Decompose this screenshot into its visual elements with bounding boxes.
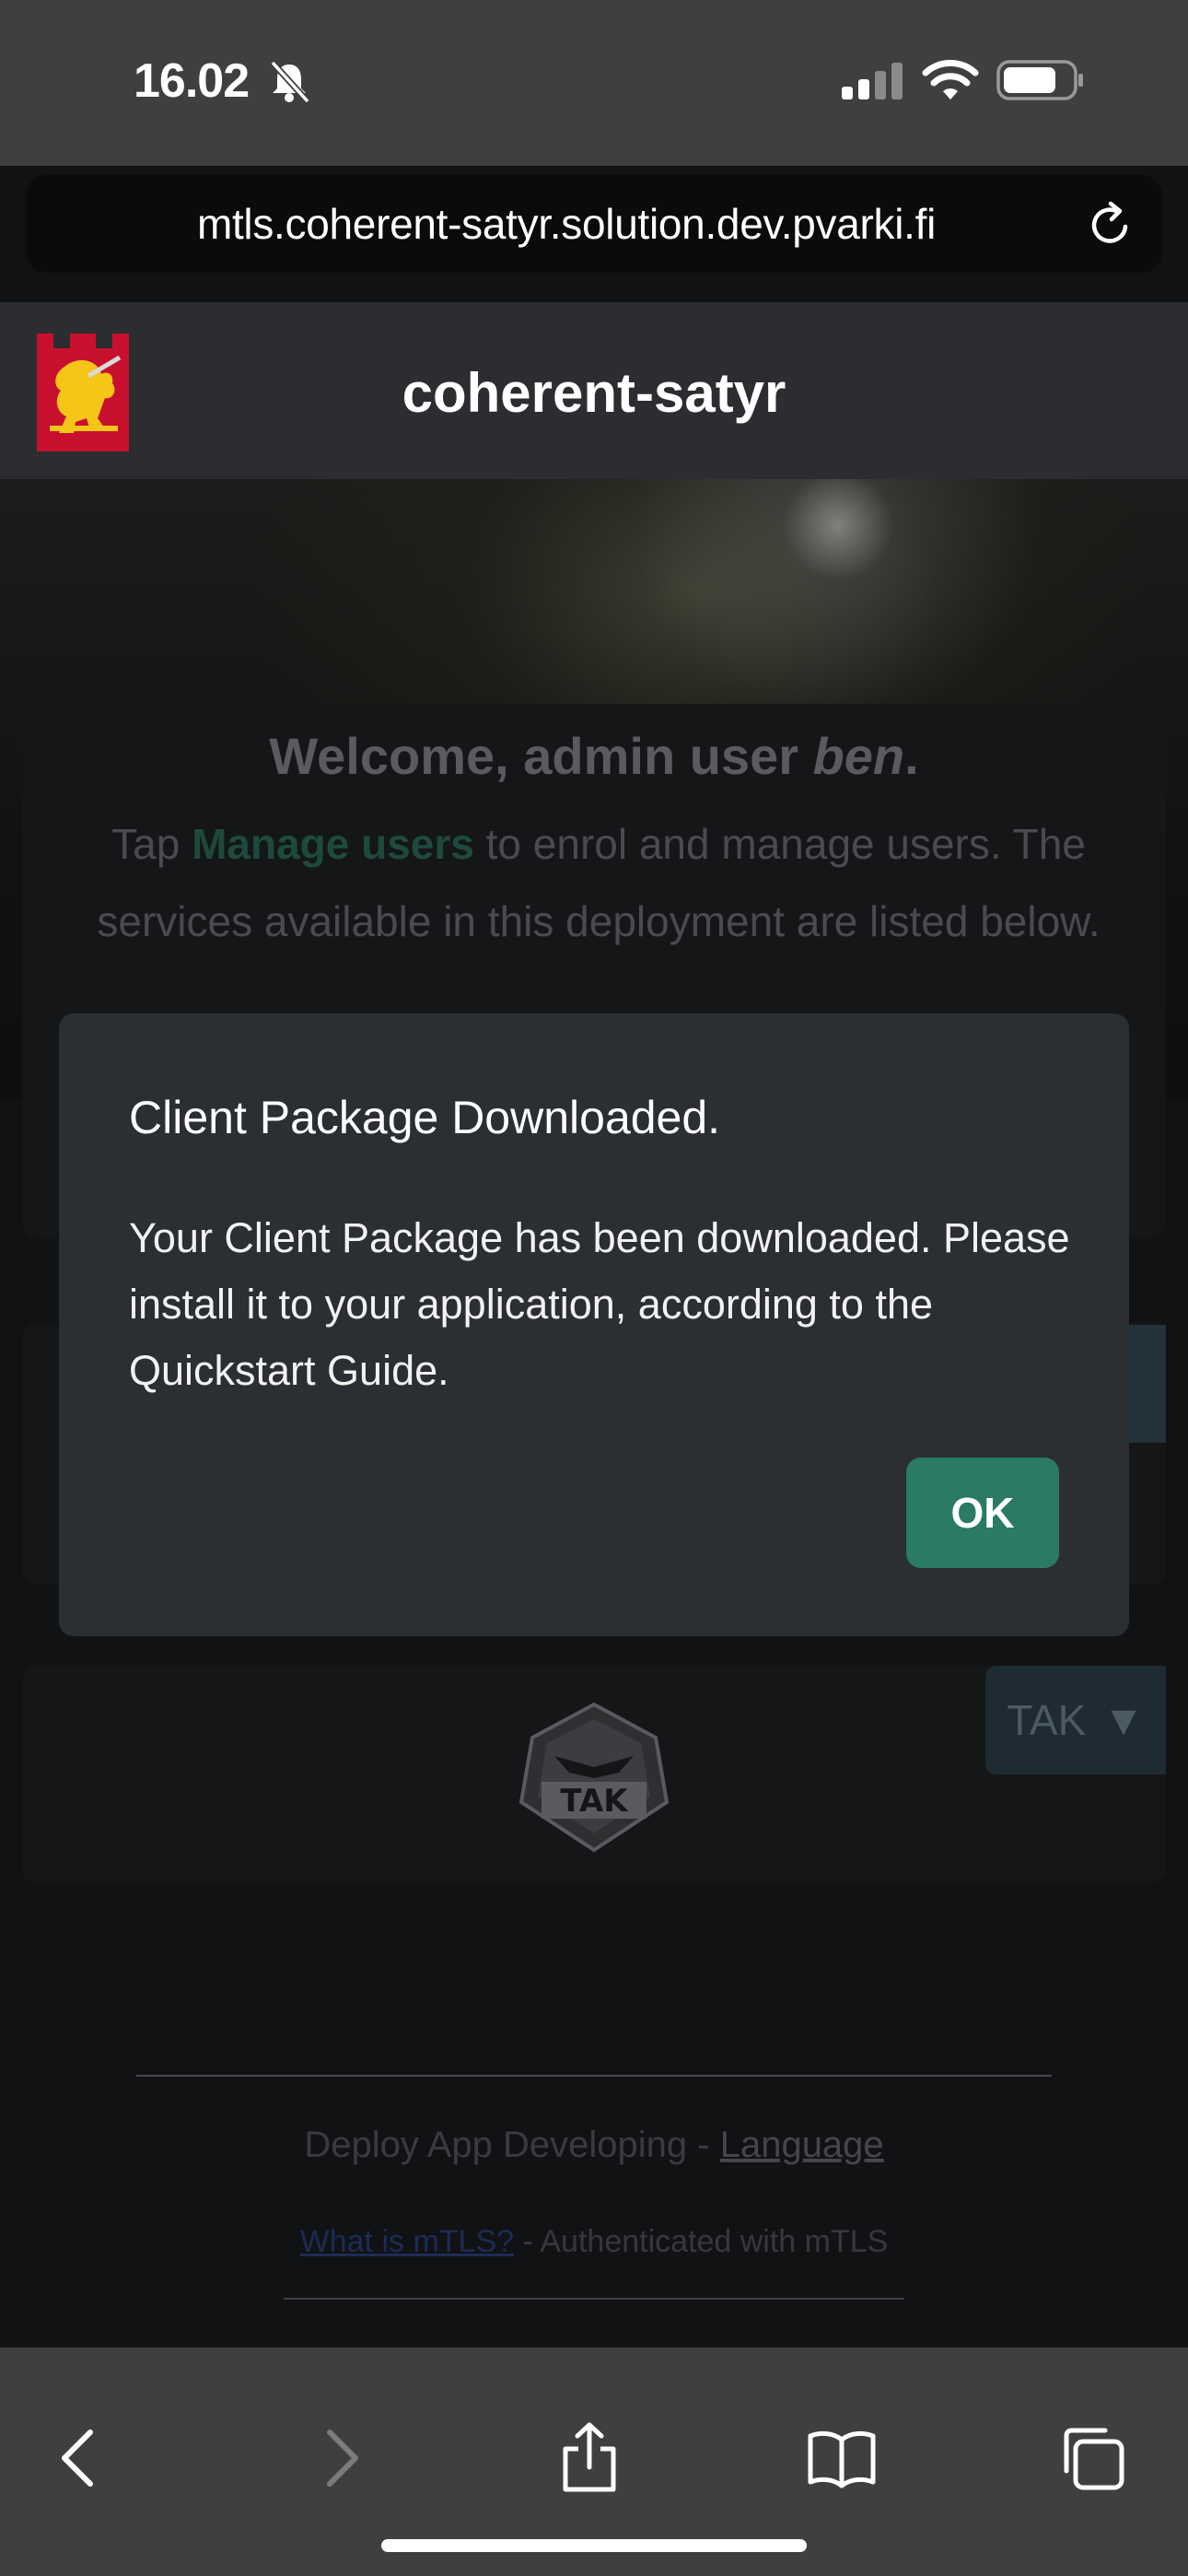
download-dialog: Client Package Downloaded. Your Client P… [59, 1013, 1129, 1636]
welcome-title: Welcome, admin user ben. [22, 726, 1166, 786]
bell-slash-icon [270, 60, 310, 104]
back-icon[interactable] [44, 2421, 118, 2495]
tak-logo-icon: TAK [518, 1702, 670, 1853]
address-bar[interactable]: mtls.coherent-satyr.solution.dev.pvarki.… [26, 175, 1162, 273]
site-title: coherent-satyr [402, 362, 786, 424]
language-link[interactable]: Language [720, 2125, 884, 2165]
share-icon[interactable] [553, 2421, 626, 2495]
ok-button[interactable]: OK [906, 1458, 1059, 1568]
welcome-title-prefix: Welcome, admin user [269, 727, 813, 785]
footer-line-1: Deploy App Developing - Language [0, 2125, 1188, 2166]
tabs-icon[interactable] [1055, 2421, 1129, 2495]
welcome-text: Tap Manage users to enrol and manage use… [59, 805, 1138, 960]
status-bar: 16.02 [0, 0, 1188, 166]
wifi-icon [922, 60, 979, 100]
welcome-title-suffix: . [904, 727, 919, 785]
status-time: 16.02 [134, 54, 250, 108]
footer-auth-text: - Authenticated with mTLS [514, 2224, 889, 2259]
footer-divider-bottom [284, 2298, 904, 2300]
dialog-title: Client Package Downloaded. [129, 1092, 721, 1143]
footer-divider [136, 2075, 1052, 2077]
reload-icon[interactable] [1085, 199, 1136, 251]
battery-icon [996, 60, 1083, 100]
footer-line-2: What is mTLS? - Authenticated with mTLS [0, 2224, 1188, 2260]
tak-select-button[interactable]: TAK ▼ [985, 1666, 1166, 1774]
what-is-mtls-link[interactable]: What is mTLS? [300, 2224, 514, 2259]
app-header: coherent-satyr [0, 302, 1188, 479]
cellular-signal-icon [842, 63, 903, 100]
welcome-text-before: Tap [111, 820, 192, 868]
manage-users-link[interactable]: Manage users [192, 820, 474, 868]
bookmarks-icon[interactable] [805, 2421, 879, 2495]
home-indicator [381, 2539, 807, 2552]
forward-icon[interactable] [302, 2421, 376, 2495]
tak-select-label: TAK [1007, 1696, 1087, 1744]
user-name: ben [812, 727, 905, 785]
url-text: mtls.coherent-satyr.solution.dev.pvarki.… [196, 200, 937, 248]
tak-logo-text: TAK [560, 1783, 629, 1820]
chevron-down-icon: ▼ [1102, 1696, 1145, 1744]
dialog-body: Your Client Package has been downloaded.… [129, 1214, 1070, 1394]
footer-deploy-text: Deploy App Developing - [304, 2125, 720, 2165]
